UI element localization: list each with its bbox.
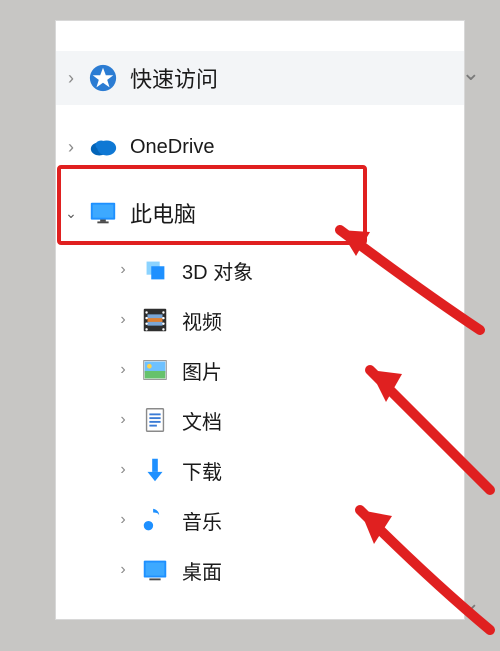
chevron-right-icon[interactable]: › (108, 261, 138, 279)
right-chevron-icon: ⌄ (462, 590, 480, 616)
monitor-icon (86, 196, 120, 230)
onedrive-label: OneDrive (130, 136, 214, 159)
music-icon (138, 503, 172, 537)
sidebar-item-music[interactable]: › 音乐 (56, 495, 464, 545)
sidebar-item-onedrive[interactable]: › OneDrive (56, 119, 464, 175)
documents-icon (138, 403, 172, 437)
pictures-label: 图片 (182, 356, 222, 385)
sidebar-item-pictures[interactable]: › 图片 (56, 345, 464, 395)
videos-label: 视频 (182, 306, 222, 335)
tree-root: › 快速访问 › OneDrive ⌄ (56, 21, 464, 595)
chevron-right-icon[interactable]: › (56, 68, 86, 89)
quick-access-icon (86, 61, 120, 95)
downloads-icon (138, 453, 172, 487)
sidebar-item-3d-objects[interactable]: › 3D 对象 (56, 245, 464, 295)
desktop-label: 桌面 (182, 556, 222, 585)
music-label: 音乐 (182, 506, 222, 535)
chevron-down-icon[interactable]: ⌄ (56, 205, 86, 222)
videos-icon (138, 303, 172, 337)
chevron-right-icon[interactable]: › (108, 511, 138, 529)
chevron-right-icon[interactable]: › (108, 411, 138, 429)
sidebar-item-downloads[interactable]: › 下载 (56, 445, 464, 495)
sidebar-item-desktop[interactable]: › 桌面 (56, 545, 464, 595)
right-chevron-icon: ⌄ (462, 60, 480, 86)
3d-objects-label: 3D 对象 (182, 256, 253, 285)
chevron-right-icon[interactable]: › (108, 461, 138, 479)
chevron-right-icon[interactable]: › (56, 137, 86, 158)
chevron-right-icon[interactable]: › (108, 561, 138, 579)
pictures-icon (138, 353, 172, 387)
sidebar-item-this-pc[interactable]: ⌄ 此电脑 (56, 183, 464, 243)
onedrive-icon (86, 130, 120, 164)
chevron-right-icon[interactable]: › (108, 361, 138, 379)
desktop-icon (138, 553, 172, 587)
sidebar-item-videos[interactable]: › 视频 (56, 295, 464, 345)
chevron-right-icon[interactable]: › (108, 311, 138, 329)
downloads-label: 下载 (182, 456, 222, 485)
documents-label: 文档 (182, 406, 222, 435)
sidebar-item-documents[interactable]: › 文档 (56, 395, 464, 445)
this-pc-label: 此电脑 (130, 197, 196, 229)
navigation-sidebar: › 快速访问 › OneDrive ⌄ (55, 20, 465, 620)
3d-objects-icon (138, 253, 172, 287)
sidebar-item-quick-access[interactable]: › 快速访问 (56, 51, 464, 105)
quick-access-label: 快速访问 (130, 62, 218, 94)
